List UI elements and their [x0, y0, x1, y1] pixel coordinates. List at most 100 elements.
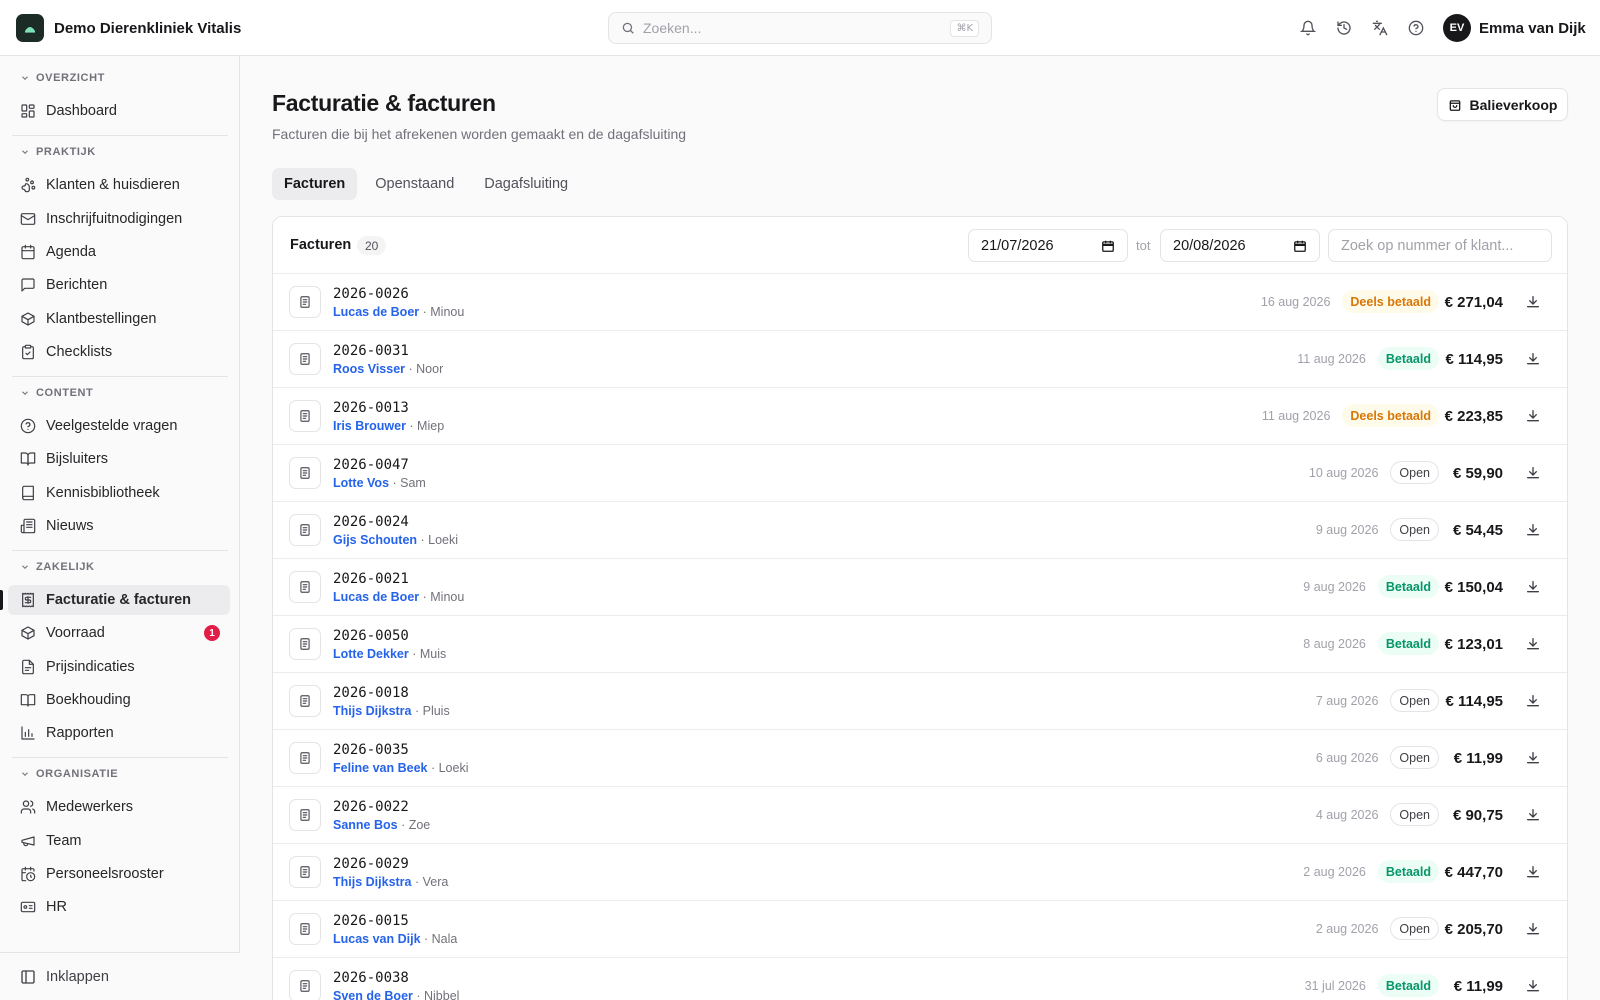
sidebar-section-organisatie[interactable]: ORGANISATIE	[20, 768, 118, 780]
table-row[interactable]: 2026-0018 Thijs Dijkstra · Pluis 7 aug 2…	[273, 673, 1567, 730]
table-row[interactable]: 2026-0050 Lotte Dekker · Muis 8 aug 2026…	[273, 616, 1567, 673]
download-icon[interactable]	[1525, 294, 1541, 310]
table-row[interactable]: 2026-0029 Thijs Dijkstra · Vera 2 aug 20…	[273, 844, 1567, 901]
sidebar-item-rapporten[interactable]: Rapporten	[8, 718, 230, 748]
download-icon[interactable]	[1525, 579, 1541, 595]
sidebar-item-voorraad[interactable]: Voorraad 1	[8, 618, 230, 648]
status-badge: Open	[1390, 746, 1439, 769]
table-row[interactable]: 2026-0024 Gijs Schouten · Loeki 9 aug 20…	[273, 502, 1567, 559]
customer-link[interactable]: Sanne Bos	[333, 818, 398, 832]
invoice-number[interactable]: 2026-0015	[333, 913, 409, 929]
user-menu[interactable]: EV Emma van Dijk	[1443, 14, 1586, 42]
translate-icon[interactable]	[1368, 16, 1392, 40]
invoice-number[interactable]: 2026-0022	[333, 799, 409, 815]
sidebar-item-label: Rapporten	[46, 725, 114, 741]
sidebar-section-content[interactable]: CONTENT	[20, 387, 93, 399]
table-row[interactable]: 2026-0021 Lucas de Boer · Minou 9 aug 20…	[273, 559, 1567, 616]
table-row[interactable]: 2026-0035 Feline van Beek · Loeki 6 aug …	[273, 730, 1567, 787]
customer-link[interactable]: Lotte Vos	[333, 476, 389, 490]
tab-facturen[interactable]: Facturen	[272, 168, 358, 200]
invoice-amount: € 123,01	[1444, 636, 1503, 653]
counter-sale-button[interactable]: Balieverkoop	[1437, 88, 1568, 121]
invoice-number[interactable]: 2026-0047	[333, 457, 409, 473]
tab-dagafsluiting[interactable]: Dagafsluiting	[472, 168, 580, 200]
invoice-date: 11 aug 2026	[1261, 408, 1331, 423]
download-icon[interactable]	[1525, 750, 1541, 766]
table-row[interactable]: 2026-0015 Lucas van Dijk · Nala 2 aug 20…	[273, 901, 1567, 958]
download-icon[interactable]	[1525, 636, 1541, 652]
history-icon[interactable]	[1332, 16, 1356, 40]
sidebar-item-hr[interactable]: HR	[8, 892, 230, 922]
table-row[interactable]: 2026-0047 Lotte Vos · Sam 10 aug 2026 Op…	[273, 445, 1567, 502]
invoice-search-input[interactable]: Zoek op nummer of klant...	[1328, 229, 1552, 262]
date-from-input[interactable]: 21/07/2026	[968, 229, 1128, 262]
clinic-brand[interactable]: Demo Dierenkliniek Vitalis	[16, 14, 241, 42]
customer-link[interactable]: Feline van Beek	[333, 761, 428, 775]
chevron-down-icon	[22, 772, 28, 777]
invoice-number[interactable]: 2026-0031	[333, 343, 409, 359]
download-icon[interactable]	[1525, 522, 1541, 538]
invoice-number[interactable]: 2026-0026	[333, 286, 409, 302]
help-icon[interactable]	[1404, 16, 1428, 40]
customer-link[interactable]: Lucas van Dijk	[333, 932, 421, 946]
table-row[interactable]: 2026-0026 Lucas de Boer · Minou 16 aug 2…	[273, 274, 1567, 331]
sidebar-item-prijsindicaties[interactable]: Prijsindicaties	[8, 652, 230, 682]
download-icon[interactable]	[1525, 693, 1541, 709]
customer-link[interactable]: Thijs Dijkstra	[333, 875, 412, 889]
sidebar-section-zakelijk[interactable]: ZAKELIJK	[20, 561, 95, 573]
sidebar-item-personeelsrooster[interactable]: Personeelsrooster	[8, 859, 230, 889]
customer-link[interactable]: Gijs Schouten	[333, 533, 417, 547]
sidebar-section-overzicht[interactable]: OVERZICHT	[20, 72, 105, 84]
invoice-number[interactable]: 2026-0038	[333, 970, 409, 986]
table-row[interactable]: 2026-0013 Iris Brouwer · Miep 11 aug 202…	[273, 388, 1567, 445]
sidebar-item-boekhouding[interactable]: Boekhouding	[8, 685, 230, 715]
sidebar-item-kennisbibliotheek[interactable]: Kennisbibliotheek	[8, 478, 230, 508]
sidebar-item-team[interactable]: Team	[8, 826, 230, 856]
tab-openstaand[interactable]: Openstaand	[363, 168, 466, 200]
download-icon[interactable]	[1525, 408, 1541, 424]
invoice-number[interactable]: 2026-0021	[333, 571, 409, 587]
sidebar-item-inschrijfuitnodigingen[interactable]: Inschrijfuitnodigingen	[8, 204, 230, 234]
download-icon[interactable]	[1525, 807, 1541, 823]
invoice-number[interactable]: 2026-0018	[333, 685, 409, 701]
sidebar-item-nieuws[interactable]: Nieuws	[8, 511, 230, 541]
sidebar-item-dashboard[interactable]: Dashboard	[8, 96, 230, 126]
invoice-number[interactable]: 2026-0013	[333, 400, 409, 416]
sidebar-section-praktijk[interactable]: PRAKTIJK	[20, 146, 96, 158]
customer-link[interactable]: Lucas de Boer	[333, 590, 419, 604]
customer-link[interactable]: Roos Visser	[333, 362, 405, 376]
global-search-input[interactable]: Zoeken... ⌘K	[608, 12, 992, 44]
notifications-bell-icon[interactable]	[1296, 16, 1320, 40]
id-card-icon	[20, 899, 36, 915]
customer-link[interactable]: Iris Brouwer	[333, 419, 406, 433]
sidebar-item-medewerkers[interactable]: Medewerkers	[8, 792, 230, 822]
invoice-number[interactable]: 2026-0024	[333, 514, 409, 530]
sidebar-item-veelgestelde-vragen[interactable]: Veelgestelde vragen	[8, 411, 230, 441]
sidebar-item-bijsluiters[interactable]: Bijsluiters	[8, 444, 230, 474]
status-badge: Betaald	[1377, 575, 1439, 598]
sidebar-item-facturatie-facturen[interactable]: Facturatie & facturen	[8, 585, 230, 615]
sidebar-item-checklists[interactable]: Checklists	[8, 337, 230, 367]
invoice-number[interactable]: 2026-0050	[333, 628, 409, 644]
customer-link[interactable]: Sven de Boer	[333, 989, 413, 1000]
sidebar-item-klanten-huisdieren[interactable]: Klanten & huisdieren	[8, 170, 230, 200]
download-icon[interactable]	[1525, 921, 1541, 937]
download-icon[interactable]	[1525, 978, 1541, 994]
table-row[interactable]: 2026-0031 Roos Visser · Noor 11 aug 2026…	[273, 331, 1567, 388]
customer-link[interactable]: Lucas de Boer	[333, 305, 419, 319]
sidebar-item-berichten[interactable]: Berichten	[8, 270, 230, 300]
invoice-number[interactable]: 2026-0035	[333, 742, 409, 758]
sidebar-item-klantbestellingen[interactable]: Klantbestellingen	[8, 304, 230, 334]
date-to-input[interactable]: 20/08/2026	[1160, 229, 1320, 262]
table-row[interactable]: 2026-0038 Sven de Boer · Nibbel 31 jul 2…	[273, 958, 1567, 1000]
download-icon[interactable]	[1525, 864, 1541, 880]
sidebar-item-agenda[interactable]: Agenda	[8, 237, 230, 267]
invoice-number[interactable]: 2026-0029	[333, 856, 409, 872]
table-row[interactable]: 2026-0022 Sanne Bos · Zoe 4 aug 2026 Ope…	[273, 787, 1567, 844]
collapse-sidebar-button[interactable]: Inklappen	[0, 952, 240, 1000]
download-icon[interactable]	[1525, 465, 1541, 481]
customer-link[interactable]: Lotte Dekker	[333, 647, 409, 661]
customer-link[interactable]: Thijs Dijkstra	[333, 704, 412, 718]
invoice-amount: € 114,95	[1445, 693, 1503, 710]
download-icon[interactable]	[1525, 351, 1541, 367]
